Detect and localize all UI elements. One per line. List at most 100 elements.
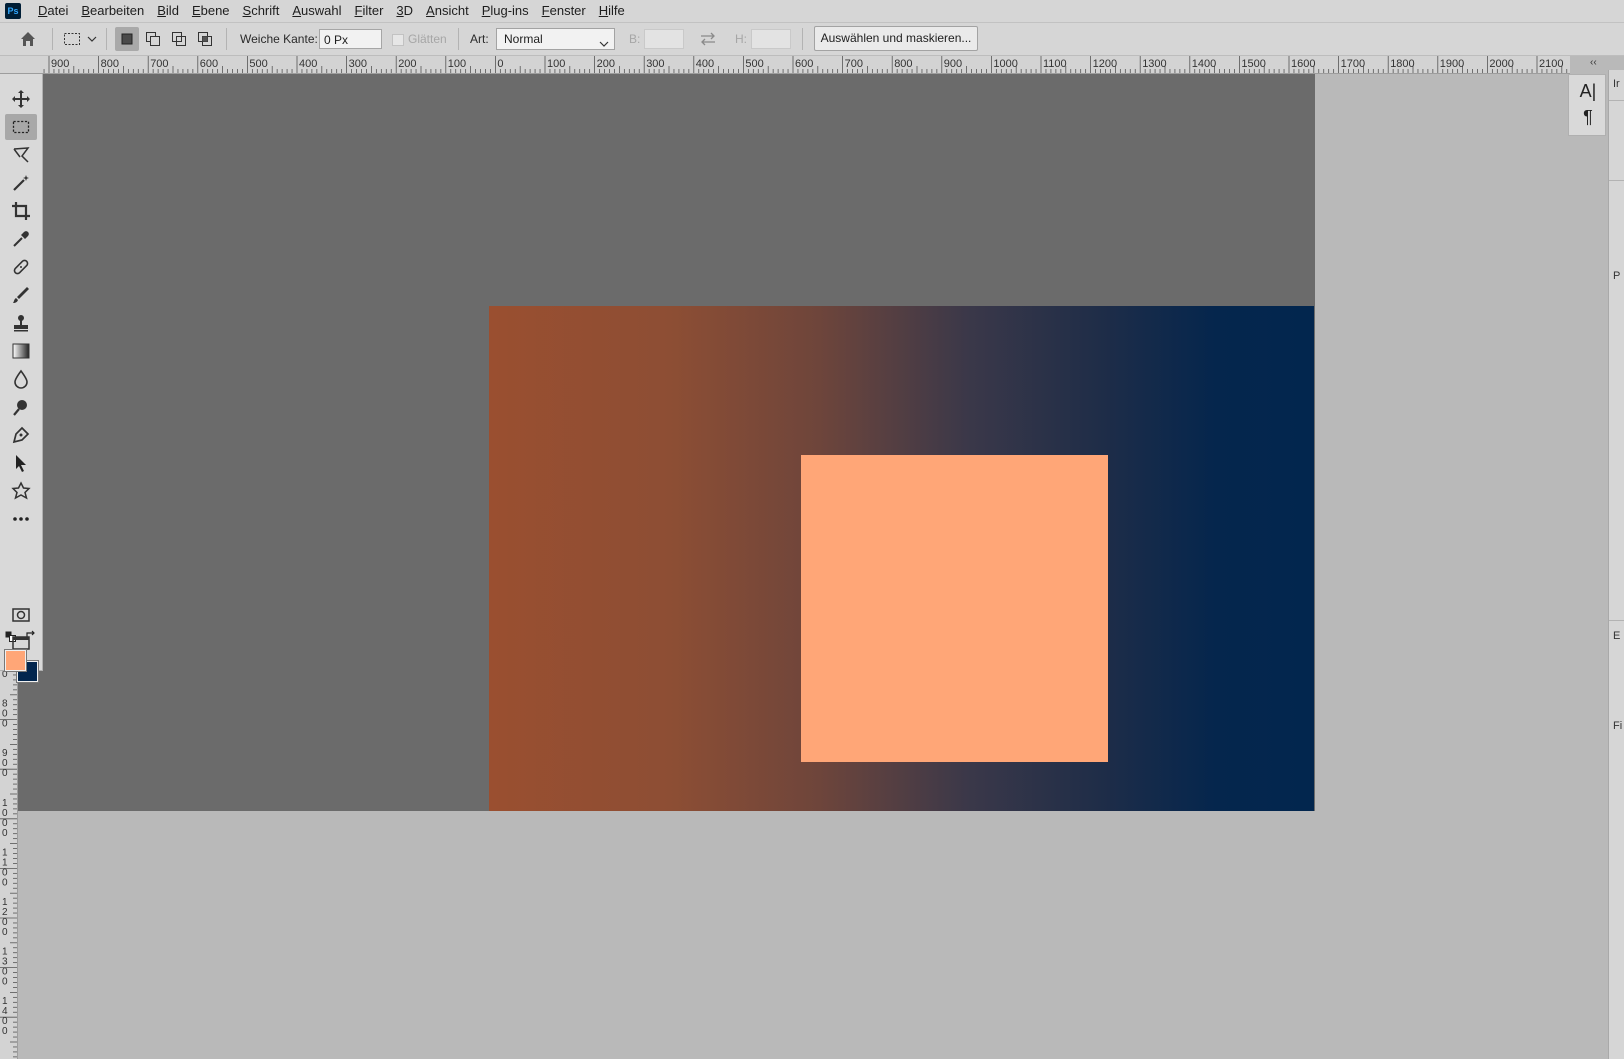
ruler-label: 1800 <box>1390 58 1414 70</box>
ruler-label: 0 <box>2 877 8 888</box>
menu-schrift[interactable]: Schrift <box>237 0 287 22</box>
move-icon[interactable] <box>5 86 37 112</box>
dodge-icon[interactable] <box>5 394 37 420</box>
chevron-down-icon <box>599 34 609 54</box>
ruler-label: 0 <box>2 719 8 730</box>
menu-hilfe[interactable]: Hilfe <box>593 0 632 22</box>
paragraph-panel-icon[interactable]: ¶ <box>1569 107 1607 128</box>
height-label: H: <box>735 32 747 46</box>
ruler-label: 800 <box>894 58 912 70</box>
separator <box>52 28 53 50</box>
height-input[interactable] <box>751 29 791 49</box>
add-to-selection-icon[interactable] <box>141 27 165 51</box>
style-select[interactable]: Normal <box>496 28 615 50</box>
menu-3d[interactable]: 3D <box>390 0 420 22</box>
horizontal-ruler[interactable]: 900 800 700 600 500 400 300 200 100 0 100 200 300 400… <box>18 56 1570 74</box>
divider <box>1609 620 1624 621</box>
panel-tab-label[interactable]: P <box>1613 270 1620 282</box>
ruler-ticks: 900 800 700 600 500 400 300 200 100 0 100 200 300 400… <box>43 56 1568 73</box>
clone-stamp-icon[interactable] <box>5 310 37 336</box>
antialias-label: Glätten <box>408 32 447 46</box>
ruler-label: 1700 <box>1341 58 1365 70</box>
character-panel-icon[interactable]: A| <box>1569 81 1607 102</box>
panel-tab-label[interactable]: Ir <box>1613 78 1620 90</box>
ruler-label: 0 <box>2 977 8 988</box>
ruler-label: 2100 <box>1539 58 1563 70</box>
eyedropper-icon[interactable] <box>5 226 37 252</box>
separator <box>106 28 107 50</box>
ruler-label: 2000 <box>1489 58 1513 70</box>
collapsed-panel-strip: A| ¶ <box>1568 74 1606 136</box>
ruler-label: 400 <box>299 58 317 70</box>
pen-icon[interactable] <box>5 422 37 448</box>
separator <box>226 28 227 50</box>
brush-icon[interactable] <box>5 282 37 308</box>
peach-rectangle-layer[interactable] <box>801 455 1108 762</box>
ruler-label: 900 <box>51 58 69 70</box>
foreground-color-swatch[interactable] <box>4 649 27 672</box>
intersect-selection-icon[interactable] <box>193 27 217 51</box>
menu-ebene[interactable]: Ebene <box>186 0 237 22</box>
antialias-checkbox[interactable] <box>392 34 404 46</box>
style-select-value: Normal <box>504 32 543 46</box>
select-and-mask-button[interactable]: Auswählen und maskieren... <box>814 26 978 51</box>
new-selection-icon[interactable] <box>115 27 139 51</box>
panel-field-label: Fi <box>1613 720 1623 732</box>
ruler-label: 0 <box>2 1026 8 1037</box>
style-label: Art: <box>470 32 489 46</box>
ruler-corner: ›› <box>0 56 18 123</box>
menu-auswahl[interactable]: Auswahl <box>286 0 348 22</box>
subtract-from-selection-icon[interactable] <box>167 27 191 51</box>
menu-bild[interactable]: Bild <box>151 0 186 22</box>
gradient-icon[interactable] <box>5 338 37 364</box>
ruler-label: 1600 <box>1291 58 1315 70</box>
properties-panel-edge: Ir P E Fi <box>1608 70 1624 1059</box>
custom-shape-icon[interactable] <box>5 478 37 504</box>
lasso-icon[interactable] <box>5 142 37 168</box>
ruler-label: 1900 <box>1440 58 1464 70</box>
menu-bar: Ps Datei Bearbeiten Bild Ebene Schrift A… <box>0 0 1624 23</box>
feather-label: Weiche Kante: <box>240 32 318 46</box>
ruler-label: 0 <box>497 58 503 70</box>
separator <box>802 28 803 50</box>
ruler-label: 700 <box>150 58 168 70</box>
more-tools-icon[interactable] <box>5 506 37 532</box>
divider <box>1609 100 1624 101</box>
ruler-label: 1300 <box>1142 58 1166 70</box>
ruler-label: 1400 <box>1192 58 1216 70</box>
double-chevron-left-icon[interactable]: ‹‹ <box>1590 57 1597 68</box>
menu-filter[interactable]: Filter <box>349 0 391 22</box>
blur-drop-icon[interactable] <box>5 366 37 392</box>
ruler-label: 1200 <box>1093 58 1117 70</box>
ruler-label: 600 <box>795 58 813 70</box>
ruler-label: 100 <box>547 58 565 70</box>
swap-width-height-icon[interactable] <box>697 29 719 49</box>
ruler-label: 500 <box>745 58 763 70</box>
menu-fenster[interactable]: Fenster <box>536 0 593 22</box>
ruler-label: 200 <box>398 58 416 70</box>
ruler-label: 1000 <box>993 58 1017 70</box>
path-selection-icon[interactable] <box>5 450 37 476</box>
ruler-label: 600 <box>200 58 218 70</box>
ruler-label: 400 <box>696 58 714 70</box>
marquee-preset-icon[interactable] <box>60 27 84 51</box>
menu-plug-ins[interactable]: Plug-ins <box>476 0 536 22</box>
chevron-down-icon[interactable] <box>86 33 98 45</box>
ruler-label: 1100 <box>1043 58 1067 70</box>
ruler-label: 900 <box>944 58 962 70</box>
menu-bearbeiten[interactable]: Bearbeiten <box>75 0 151 22</box>
feather-input[interactable]: 0 Px <box>319 29 382 49</box>
healing-brush-icon[interactable] <box>5 254 37 280</box>
rectangular-marquee-icon[interactable] <box>5 114 37 140</box>
quick-mask-icon[interactable] <box>7 604 35 626</box>
panel-tab-label[interactable]: E <box>1613 630 1620 642</box>
options-bar: Weiche Kante: 0 Px Glätten Art: Normal B… <box>0 23 1624 56</box>
width-input[interactable] <box>644 29 684 49</box>
ruler-label: 800 <box>101 58 119 70</box>
magic-wand-icon[interactable] <box>5 170 37 196</box>
crop-icon[interactable] <box>5 198 37 224</box>
menu-ansicht[interactable]: Ansicht <box>420 0 476 22</box>
home-icon[interactable] <box>16 27 40 51</box>
menu-datei[interactable]: Datei <box>32 0 75 22</box>
ruler-label: 500 <box>249 58 267 70</box>
